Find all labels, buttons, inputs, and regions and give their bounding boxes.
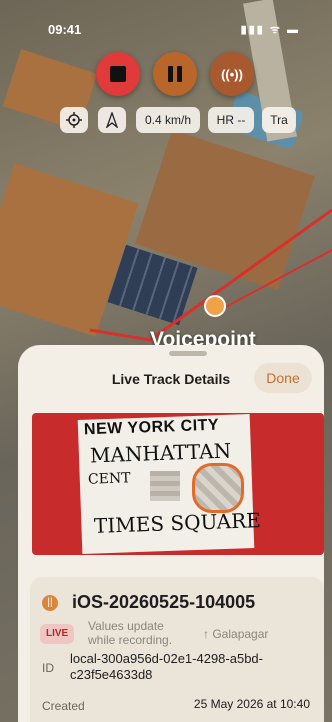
recenter-button[interactable] (60, 107, 88, 133)
done-button[interactable]: Done (254, 363, 312, 393)
track-name: iOS-20260525-104005 (72, 592, 256, 612)
voicepoint-pin-icon[interactable] (204, 295, 226, 317)
pixelated-area (150, 471, 180, 501)
track-line (89, 208, 332, 342)
pause-recording-button[interactable] (153, 52, 197, 96)
id-value: local-300a956d-02e1-4298-a5bd-c23f5e4633… (70, 651, 263, 682)
tracking-chip: Tra (262, 107, 296, 133)
stop-recording-button[interactable] (96, 52, 140, 96)
status-time: 09:41 (48, 22, 82, 37)
crosshair-icon (66, 112, 82, 128)
voicepoint-photo[interactable]: NEW YORK CITY MANHATTAN CENT TIMES SQUAR… (32, 413, 324, 555)
location-name: Galapagar (212, 627, 269, 641)
live-badge: LIVE (40, 624, 75, 644)
live-track-details-sheet: Live Track Details Done NEW YORK CITY MA… (18, 345, 324, 722)
status-bar: 09:41 ▮▮▮ ᯤ ▬ (0, 0, 332, 44)
pixelated-area (192, 463, 244, 513)
location-row: ↑ Galapagar (203, 627, 268, 641)
created-value: 25 May 2026 at 10:40 (193, 697, 310, 711)
track-line (219, 249, 332, 311)
live-hint: Values update while recording. (88, 619, 173, 647)
broadcast-button[interactable]: ((•)) (210, 52, 254, 96)
status-indicators: ▮▮▮ ᯤ ▬ (240, 24, 300, 36)
heart-rate-chip: HR -- (208, 107, 254, 133)
pause-icon (168, 66, 182, 82)
track-info-card: || iOS-20260525-104005 LIVE Values updat… (30, 577, 324, 722)
speed-chip: 0.4 km/h (136, 107, 200, 133)
id-label: ID (42, 661, 54, 675)
track-status-icon: || (42, 595, 58, 611)
location-pin-icon: ↑ (203, 627, 209, 641)
created-label: Created (42, 699, 85, 713)
photo-text: CENT (87, 470, 131, 488)
sheet-grabber[interactable] (169, 351, 207, 356)
broadcast-waves-icon: ((•)) (221, 66, 243, 82)
stop-square-icon (110, 66, 126, 82)
compass-button[interactable] (98, 107, 126, 133)
north-arrow-icon (105, 112, 119, 128)
